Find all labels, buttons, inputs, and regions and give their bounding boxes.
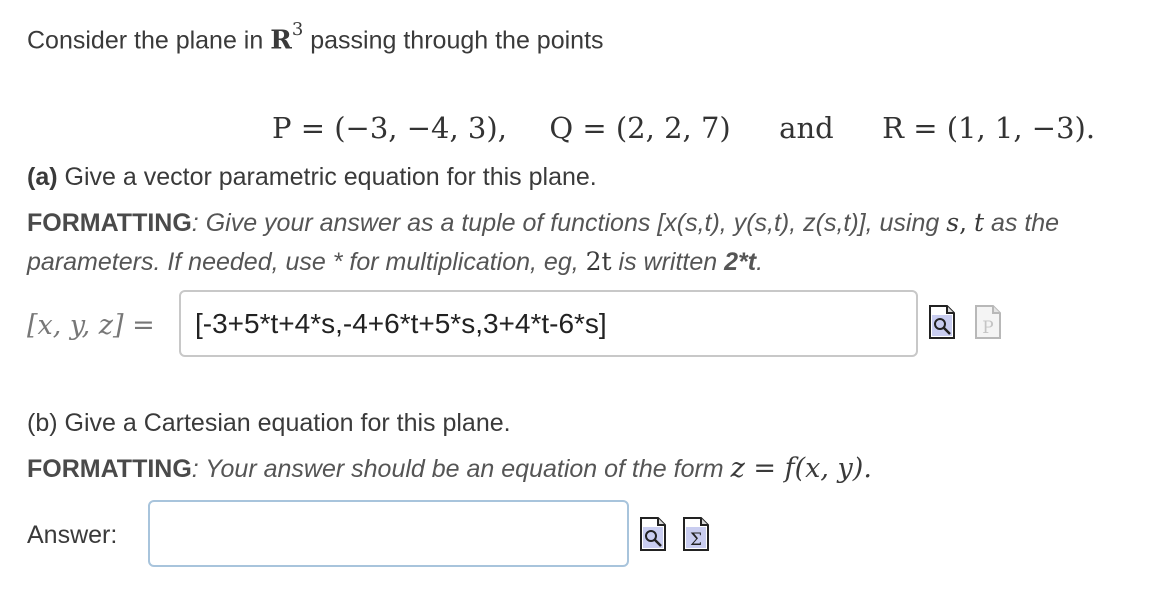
- intro-before: Consider the plane in: [27, 26, 264, 55]
- preview-icon[interactable]: [640, 517, 666, 551]
- part-b-prompt: (b) Give a Cartesian equation for this p…: [27, 409, 511, 437]
- var-comma: ,: [959, 208, 968, 237]
- part-b-formatting: FORMATTING: Your answer should be an equ…: [27, 454, 872, 484]
- points-display: P = (−3, −4, 3), Q = (2, 2, 7) and R = (…: [272, 110, 1095, 146]
- formatting-text-cont: as the: [990, 209, 1060, 237]
- part-a-question: Give a vector parametric equation for th…: [64, 163, 597, 191]
- formatting-text-written: is written: [618, 248, 718, 276]
- part-a-label: (a): [27, 163, 58, 191]
- form-math: z = f(x, y).: [730, 453, 872, 484]
- part-a-answer-value: [-3+5*t+4*s,-4+6*t+5*s,3+4*t-6*s]: [195, 307, 607, 339]
- point-r: R = (1, 1, −3).: [882, 111, 1096, 145]
- formatting-text: : Give your answer as a tuple of functio…: [191, 209, 940, 237]
- formatting-label-b: FORMATTING: [27, 455, 192, 483]
- intro-after: passing through the points: [310, 26, 604, 55]
- part-a-formatting-line2: parameters. If needed, use * for multipl…: [27, 247, 763, 277]
- formatting-text-b: : Your answer should be an equation of t…: [191, 455, 724, 483]
- example-math: 2t: [585, 247, 612, 276]
- formatting-label: FORMATTING: [27, 209, 192, 237]
- and-text: and: [779, 111, 834, 145]
- part-a-prompt: (a) Give a vector parametric equation fo…: [27, 162, 597, 192]
- help-p-icon[interactable]: P: [975, 305, 1001, 339]
- sigma-icon[interactable]: Σ: [683, 517, 709, 551]
- svg-text:Σ: Σ: [690, 530, 702, 550]
- svg-text:P: P: [982, 318, 993, 338]
- part-a-formatting-line1: FORMATTING: Give your answer as a tuple …: [27, 208, 1059, 238]
- xyz-label: [x, y, z] =: [27, 310, 155, 341]
- space-symbol: R: [270, 25, 292, 56]
- point-q: Q = (2, 2, 7): [549, 111, 731, 145]
- var-s: s: [946, 208, 960, 237]
- part-b-answer-input[interactable]: [148, 500, 629, 567]
- formatting-period: .: [756, 248, 764, 276]
- part-a-answer-input[interactable]: [-3+5*t+4*s,-4+6*t+5*s,3+4*t-6*s]: [179, 290, 918, 357]
- point-p: P = (−3, −4, 3),: [272, 111, 507, 145]
- example-code: 2*t: [724, 248, 757, 276]
- answer-label: Answer:: [27, 521, 118, 549]
- space-exponent: 3: [291, 19, 304, 40]
- intro-text: Consider the plane in R3 passing through…: [27, 19, 604, 55]
- preview-icon[interactable]: [929, 305, 955, 339]
- var-t: t: [973, 208, 985, 237]
- formatting-text-line2: parameters. If needed, use * for multipl…: [27, 248, 579, 276]
